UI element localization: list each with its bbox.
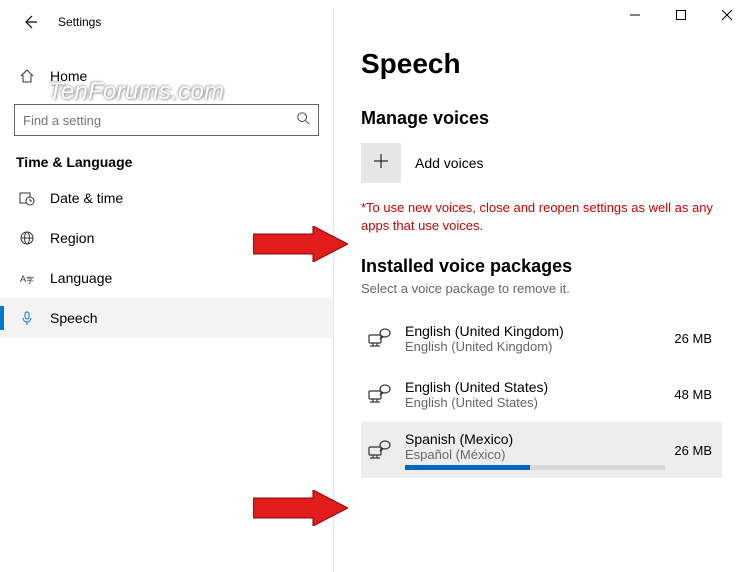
add-voices-button[interactable]: Add voices xyxy=(361,143,722,183)
calendar-clock-icon xyxy=(18,190,36,206)
minimize-button[interactable] xyxy=(612,0,658,30)
search-field[interactable] xyxy=(23,113,296,128)
home-icon xyxy=(18,68,36,84)
voice-package-size: 26 MB xyxy=(674,443,712,458)
nav-item-label: Language xyxy=(50,270,112,286)
nav-item-label: Date & time xyxy=(50,190,123,206)
voice-package-icon xyxy=(365,327,393,349)
nav-item-region[interactable]: Region xyxy=(0,218,333,258)
nav-item-language[interactable]: A字 Language xyxy=(0,258,333,298)
search-icon xyxy=(296,111,310,130)
nav-item-speech[interactable]: Speech xyxy=(0,298,333,338)
page-title: Speech xyxy=(361,48,722,80)
voice-package-icon xyxy=(365,439,393,461)
divider xyxy=(333,8,334,572)
plus-tile xyxy=(361,143,401,183)
download-progress xyxy=(405,465,665,470)
language-icon: A字 xyxy=(18,270,36,286)
globe-icon xyxy=(18,230,36,246)
plus-icon xyxy=(373,153,389,174)
window-title: Settings xyxy=(58,15,101,29)
voice-package-title: English (United Kingdom) xyxy=(405,323,674,339)
back-button[interactable] xyxy=(20,12,40,32)
voice-package-title: English (United States) xyxy=(405,379,674,395)
download-progress-bar xyxy=(405,465,530,470)
nav-item-date-time[interactable]: Date & time xyxy=(0,178,333,218)
nav-item-label: Region xyxy=(50,230,94,246)
svg-text:字: 字 xyxy=(26,275,34,285)
voice-package-title: Spanish (Mexico) xyxy=(405,431,674,447)
voice-package-item[interactable]: English (United Kingdom) English (United… xyxy=(361,310,722,366)
close-button[interactable] xyxy=(704,0,750,30)
nav-home[interactable]: Home xyxy=(0,56,333,96)
microphone-icon xyxy=(18,310,36,326)
voice-package-subtitle: Español (México) xyxy=(405,447,674,462)
warning-text: *To use new voices, close and reopen set… xyxy=(361,199,722,234)
nav-item-label: Speech xyxy=(50,310,97,326)
voice-package-subtitle: English (United Kingdom) xyxy=(405,339,674,354)
voice-package-size: 26 MB xyxy=(674,331,712,346)
installed-packages-hint: Select a voice package to remove it. xyxy=(361,281,722,296)
nav-home-label: Home xyxy=(50,68,87,84)
voice-package-item-selected[interactable]: Spanish (Mexico) Español (México) 26 MB xyxy=(361,422,722,478)
voice-package-size: 48 MB xyxy=(674,387,712,402)
maximize-button[interactable] xyxy=(658,0,704,30)
add-voices-label: Add voices xyxy=(415,155,483,171)
voice-package-subtitle: English (United States) xyxy=(405,395,674,410)
manage-voices-header: Manage voices xyxy=(361,108,722,129)
nav-category: Time & Language xyxy=(0,136,333,178)
voice-package-icon xyxy=(365,383,393,405)
voice-package-item[interactable]: English (United States) English (United … xyxy=(361,366,722,422)
installed-packages-header: Installed voice packages xyxy=(361,256,722,277)
search-input[interactable] xyxy=(14,104,319,136)
